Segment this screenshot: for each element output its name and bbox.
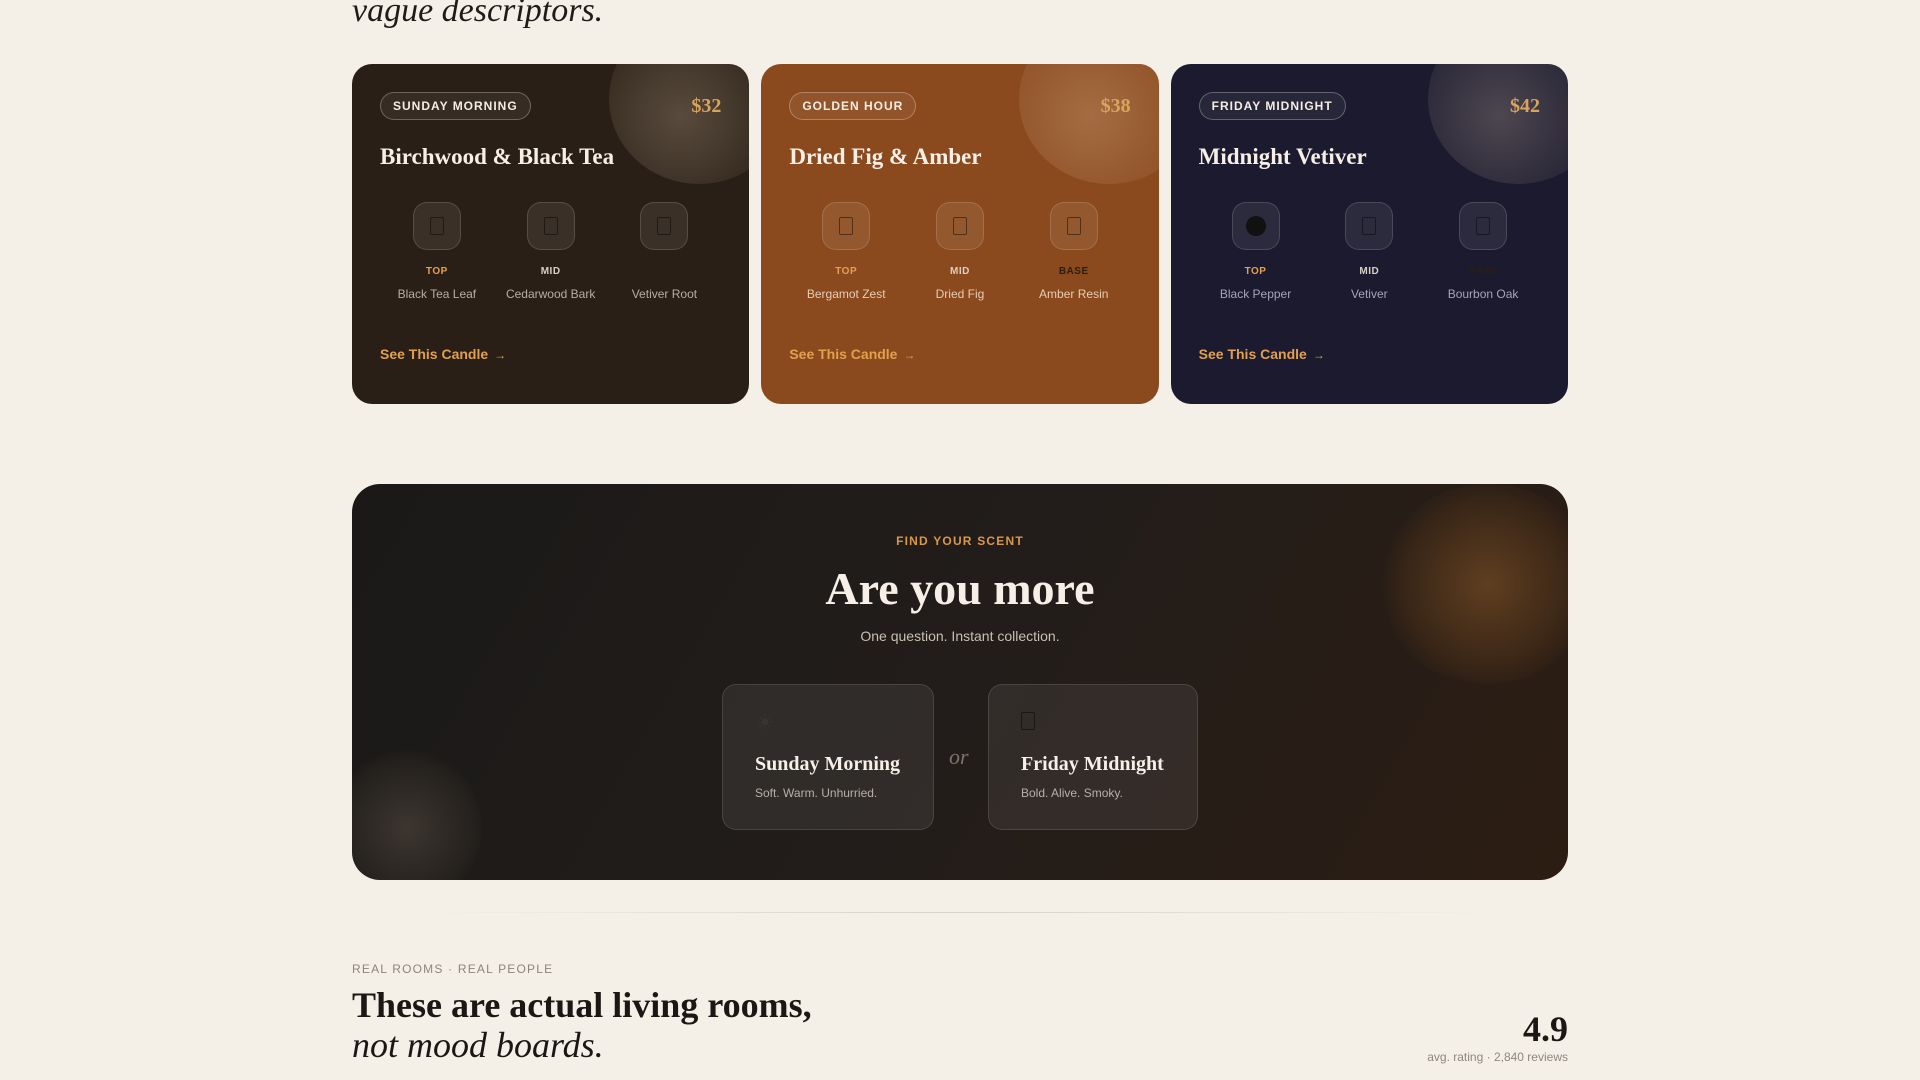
barrel-icon [1459, 202, 1508, 250]
hero-heading-tail: vague descriptors. [352, 0, 604, 29]
mood-badge: SUNDAY MORNING [380, 92, 531, 120]
note-mid: MID Cedarwood Bark [496, 202, 606, 301]
or-separator: or [949, 744, 969, 769]
price: $32 [691, 94, 722, 117]
rooms-subtitle: not mood boards. [352, 1025, 604, 1065]
arrow-right-icon: → [1312, 348, 1325, 362]
mood-badge: GOLDEN HOUR [789, 92, 917, 120]
amber-icon [1049, 202, 1098, 250]
see-candle-label: See This Candle [380, 346, 489, 362]
scent-quiz: FIND YOUR SCENT Are you more One questio… [352, 484, 1568, 880]
root-icon [640, 202, 689, 250]
decorative-blob [352, 748, 482, 880]
card-header: SUNDAY MORNING $32 [380, 92, 721, 120]
see-candle-label: See This Candle [789, 346, 898, 362]
mood-badge: FRIDAY MIDNIGHT [1198, 92, 1346, 120]
quiz-title: Are you more [825, 563, 1095, 614]
note-name: Vetiver Root [631, 287, 698, 301]
note-name: Vetiver [1350, 287, 1388, 301]
note-name: Amber Resin [1039, 287, 1109, 301]
quiz-eyebrow: FIND YOUR SCENT [896, 534, 1024, 548]
note-level: BASE [649, 266, 680, 277]
note-level: TOP [835, 266, 858, 277]
note-name: Dried Fig [935, 287, 985, 301]
quiz-subtitle: One question. Instant collection. [860, 628, 1060, 644]
see-candle-link[interactable]: See This Candle → [789, 346, 915, 362]
arrow-right-icon: → [494, 348, 507, 362]
note-top: TOP Black Tea Leaf [382, 202, 492, 301]
price: $38 [1100, 94, 1131, 117]
average-rating: 4.9 [1523, 1009, 1568, 1049]
quiz-option-sunday-morning[interactable]: ☀ Sunday Morning Soft. Warm. Unhurried. [722, 684, 934, 830]
rating-caption: avg. rating · 2,840 reviews [1427, 1050, 1568, 1064]
note-name: Bourbon Oak [1447, 287, 1519, 301]
note-level: MID [540, 266, 561, 277]
fig-icon [935, 202, 984, 250]
tea-leaf-icon [412, 202, 461, 250]
note-top: TOP Bergamot Zest [791, 202, 901, 301]
note-level: MID [950, 266, 970, 277]
section-divider [420, 912, 1500, 913]
candle-card-sunday-morning[interactable]: SUNDAY MORNING $32 Birchwood & Black Tea… [352, 64, 750, 404]
see-candle-link[interactable]: See This Candle → [380, 346, 506, 362]
arrow-right-icon: → [903, 348, 916, 362]
option-title: Sunday Morning [755, 753, 901, 775]
citrus-icon [822, 202, 871, 250]
scent-notes: TOP Bergamot Zest MID Dried Fig BASE Amb… [789, 202, 1130, 301]
rooms-title: These are actual living rooms, [352, 985, 812, 1025]
note-level: TOP [1244, 266, 1267, 277]
note-base: BASE Amber Resin [1019, 202, 1129, 301]
option-title: Friday Midnight [1021, 753, 1164, 775]
note-name: Cedarwood Bark [505, 287, 596, 301]
rooms-eyebrow: REAL ROOMS · REAL PEOPLE [352, 962, 554, 976]
note-mid: MID Dried Fig [905, 202, 1015, 301]
scent-notes: TOP Black Pepper MID Vetiver BASE Bourbo… [1199, 202, 1540, 301]
candle-cards: SUNDAY MORNING $32 Birchwood & Black Tea… [352, 64, 1568, 404]
moon-icon [1021, 709, 1165, 737]
candle-card-golden-hour[interactable]: GOLDEN HOUR $38 Dried Fig & Amber TOP Be… [761, 64, 1159, 404]
candle-card-friday-midnight[interactable]: FRIDAY MIDNIGHT $42 Midnight Vetiver TOP… [1170, 64, 1568, 404]
candle-title: Midnight Vetiver [1198, 144, 1367, 169]
note-name: Bergamot Zest [806, 287, 886, 301]
see-candle-link[interactable]: See This Candle → [1199, 346, 1325, 362]
candle-title: Birchwood & Black Tea [380, 144, 615, 169]
option-description: Soft. Warm. Unhurried. [755, 786, 878, 800]
note-level: BASE [1468, 266, 1498, 277]
note-level: MID [1359, 266, 1380, 277]
grass-icon [1345, 202, 1394, 250]
candle-title: Dried Fig & Amber [789, 144, 982, 169]
note-name: Black Pepper [1219, 287, 1292, 301]
option-description: Bold. Alive. Smoky. [1021, 786, 1123, 800]
note-top: TOP Black Pepper [1201, 202, 1311, 301]
scent-notes: TOP Black Tea Leaf MID Cedarwood Bark BA… [380, 202, 721, 301]
pepper-icon [1231, 202, 1280, 250]
note-mid: MID Vetiver [1314, 202, 1424, 301]
sun-icon: ☀ [755, 710, 775, 735]
card-header: FRIDAY MIDNIGHT $42 [1198, 92, 1540, 120]
note-level: BASE [1058, 266, 1089, 277]
see-candle-label: See This Candle [1198, 346, 1307, 362]
note-name: Black Tea Leaf [397, 287, 477, 301]
note-base: BASE Bourbon Oak [1428, 202, 1538, 301]
note-level: TOP [425, 266, 448, 277]
price: $42 [1509, 94, 1540, 117]
card-header: GOLDEN HOUR $38 [789, 92, 1131, 120]
wood-icon [526, 202, 575, 250]
quiz-option-friday-midnight[interactable]: Friday Midnight Bold. Alive. Smoky. [988, 684, 1198, 830]
note-base: BASE Vetiver Root [609, 202, 719, 301]
